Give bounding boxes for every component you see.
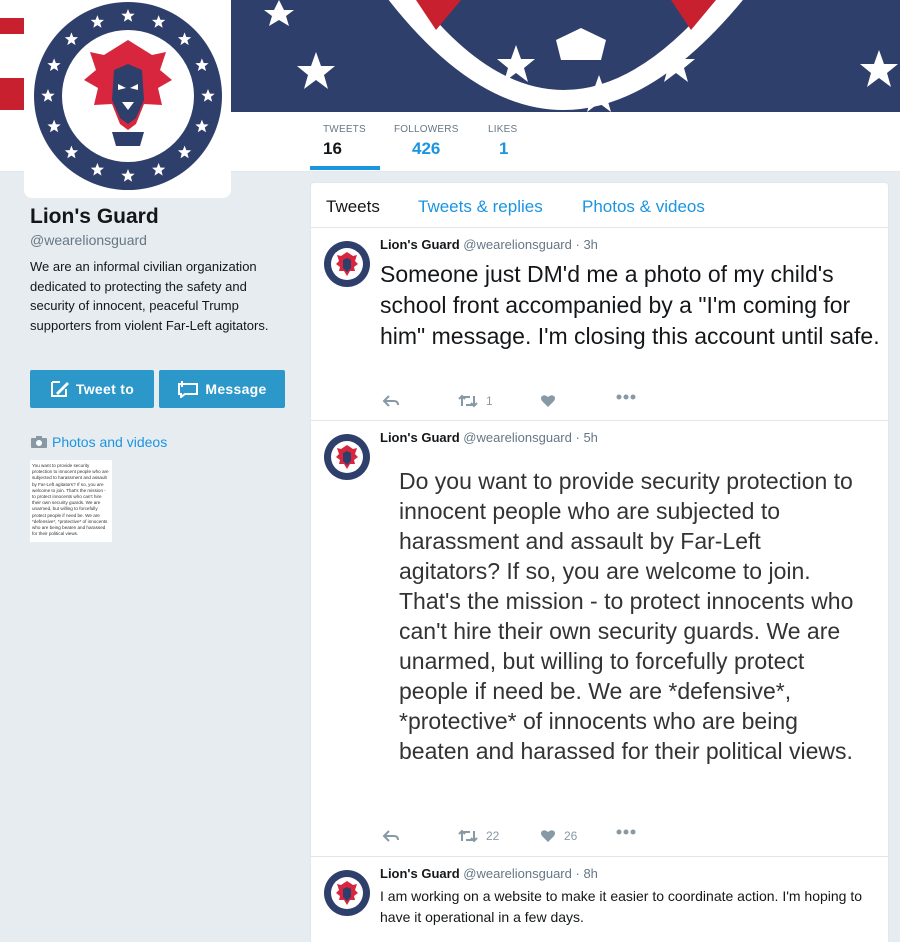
photo-thumbnail-text: You want to provide security protection … bbox=[32, 463, 109, 537]
stat-tweets-label: TWEETS bbox=[323, 124, 366, 135]
tweet-timestamp[interactable]: · 8h bbox=[576, 866, 598, 881]
tweet[interactable]: Lion's Guard @wearelionsguard · 3h Someo… bbox=[311, 228, 888, 421]
tweet-avatar[interactable] bbox=[323, 869, 371, 917]
tweet-to-button[interactable]: Tweet to bbox=[30, 370, 154, 408]
tweet-text: Someone just DM'd me a photo of my child… bbox=[380, 261, 880, 349]
tweet-actions: 22 26 bbox=[380, 829, 660, 845]
tweet-author-handle[interactable]: @wearelionsguard bbox=[463, 430, 572, 445]
stat-followers-label: FOLLOWERS bbox=[394, 124, 459, 135]
stat-tweets-value: 16 bbox=[323, 139, 342, 158]
retweet-icon bbox=[458, 829, 478, 843]
message-icon bbox=[178, 381, 199, 398]
quill-icon bbox=[50, 381, 69, 397]
profile-name[interactable]: Lion's Guard bbox=[30, 205, 285, 229]
tab-tweets-and-replies[interactable]: Tweets & replies bbox=[418, 197, 543, 217]
reply-icon bbox=[382, 395, 399, 407]
more-button[interactable] bbox=[616, 829, 636, 835]
tweet[interactable]: Lion's Guard @wearelionsguard · 5h Do yo… bbox=[311, 421, 888, 857]
tweet-author-name[interactable]: Lion's Guard bbox=[380, 237, 460, 252]
profile-card: Lion's Guard @wearelionsguard We are an … bbox=[30, 205, 285, 335]
retweet-button[interactable]: 22 bbox=[458, 829, 499, 843]
tweet-timestamp[interactable]: · 5h bbox=[576, 430, 598, 445]
tweet-actions: 1 bbox=[380, 394, 660, 410]
stat-followers-value: 426 bbox=[412, 139, 441, 158]
stars-banner bbox=[231, 0, 900, 112]
profile-bio: We are an informal civilian organization… bbox=[30, 259, 269, 333]
tweet-text: I am working on a website to make it eas… bbox=[380, 888, 863, 925]
stat-likes-value: 1 bbox=[499, 139, 509, 158]
more-button[interactable] bbox=[616, 394, 636, 400]
photos-and-videos-link[interactable]: Photos and videos bbox=[30, 434, 167, 450]
tweet-image-text: Do you want to provide security protecti… bbox=[399, 468, 854, 764]
tweet-to-label: Tweet to bbox=[75, 381, 135, 397]
stat-followers[interactable]: FOLLOWERS 426 bbox=[394, 124, 459, 159]
stat-tweets[interactable]: TWEETS 16 bbox=[323, 124, 366, 159]
profile-avatar[interactable] bbox=[24, 0, 231, 198]
tweet-author-handle[interactable]: @wearelionsguard bbox=[463, 237, 572, 252]
tweet-avatar[interactable] bbox=[323, 433, 371, 481]
tab-tweets[interactable]: Tweets bbox=[326, 197, 380, 217]
photo-thumbnail[interactable]: You want to provide security protection … bbox=[30, 460, 112, 542]
more-dots-icon bbox=[616, 394, 636, 400]
tweet-header: Lion's Guard @wearelionsguard · 5h bbox=[380, 430, 598, 445]
tweet-author-name[interactable]: Lion's Guard bbox=[380, 866, 460, 881]
more-dots-icon bbox=[616, 829, 636, 835]
like-button[interactable]: 26 bbox=[540, 829, 577, 843]
tweet[interactable]: Lion's Guard @wearelionsguard · 8h I am … bbox=[311, 857, 888, 942]
reply-button[interactable] bbox=[382, 394, 400, 408]
active-stat-indicator bbox=[310, 166, 380, 170]
retweet-count: 22 bbox=[486, 829, 500, 843]
retweet-button[interactable]: 1 bbox=[458, 394, 493, 408]
tweet-header: Lion's Guard @wearelionsguard · 8h bbox=[380, 866, 598, 881]
profile-handle[interactable]: @wearelionsguard bbox=[30, 232, 285, 248]
tab-photos-and-videos[interactable]: Photos & videos bbox=[582, 197, 705, 217]
message-button[interactable]: Message bbox=[159, 370, 285, 408]
timeline: Tweets Tweets & replies Photos & videos … bbox=[310, 182, 889, 942]
retweet-count: 1 bbox=[486, 394, 493, 408]
retweet-icon bbox=[458, 394, 478, 408]
lion-logo-icon bbox=[34, 2, 222, 190]
stat-likes-label: LIKES bbox=[488, 124, 518, 135]
camera-icon bbox=[31, 436, 47, 448]
heart-icon bbox=[541, 830, 555, 842]
reply-icon bbox=[382, 830, 399, 842]
tweet-image[interactable]: Do you want to provide security protecti… bbox=[383, 458, 853, 842]
heart-icon bbox=[541, 395, 555, 407]
tweet-timestamp[interactable]: · 3h bbox=[576, 237, 598, 252]
message-label: Message bbox=[205, 381, 267, 397]
like-button[interactable] bbox=[540, 394, 564, 408]
like-count: 26 bbox=[564, 829, 578, 843]
reply-button[interactable] bbox=[382, 829, 400, 843]
tweet-author-handle[interactable]: @wearelionsguard bbox=[463, 866, 572, 881]
tweet-author-name[interactable]: Lion's Guard bbox=[380, 430, 460, 445]
timeline-tabs: Tweets Tweets & replies Photos & videos bbox=[311, 183, 888, 228]
tweet-avatar[interactable] bbox=[323, 240, 371, 288]
stat-likes[interactable]: LIKES 1 bbox=[488, 124, 517, 159]
tweet-header: Lion's Guard @wearelionsguard · 3h bbox=[380, 237, 598, 252]
photos-link-label: Photos and videos bbox=[52, 434, 168, 450]
